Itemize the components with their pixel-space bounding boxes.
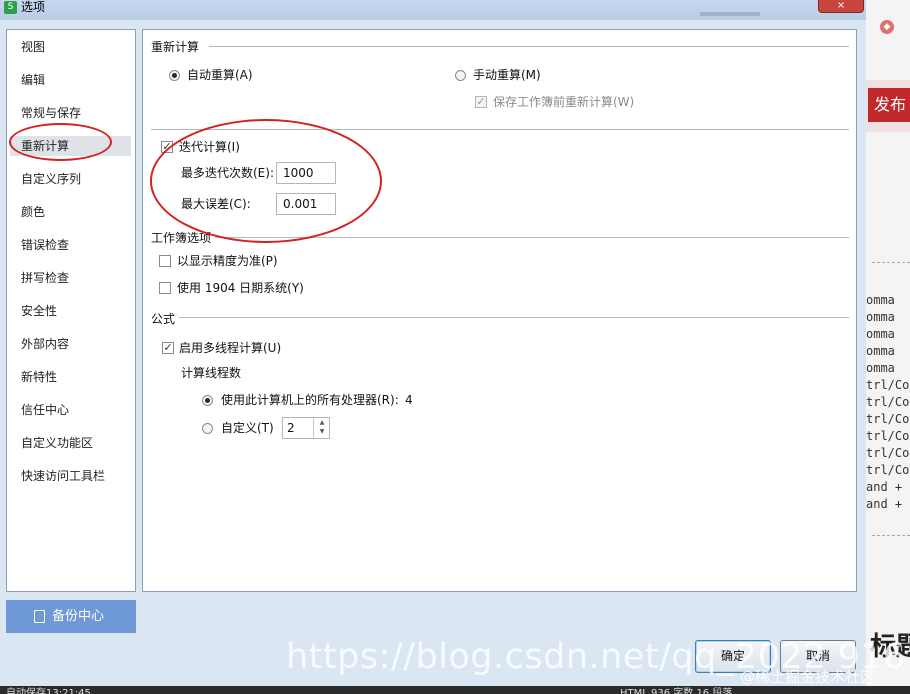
word-count-status: HTML 936 字数 16 段落: [620, 688, 733, 694]
section-divider: [179, 317, 849, 318]
publish-button[interactable]: 发布: [868, 88, 910, 122]
all-processors-radio[interactable]: [202, 395, 213, 406]
cancel-button[interactable]: 取消: [780, 640, 856, 673]
options-content: 重新计算 自动重算(A) 手动重算(M) ✓ 保存工作簿前重新计算(W) ✓ 迭…: [142, 29, 857, 592]
code-snippet: omma omma omma omma omma trl/Cor trl/Cor…: [866, 292, 910, 513]
auto-recalc-radio[interactable]: [169, 70, 180, 81]
max-iterations-input[interactable]: 1000: [276, 162, 336, 184]
date-1904-label: 使用 1904 日期系统(Y): [177, 281, 304, 295]
code-line: trl/Cor: [866, 395, 910, 409]
multithread-checkbox[interactable]: ✓: [162, 342, 174, 354]
max-iterations-label: 最多迭代次数(E):: [181, 166, 274, 180]
max-error-label: 最大误差(C):: [181, 197, 251, 211]
code-line: trl/Cor: [866, 463, 910, 477]
all-processors-label: 使用此计算机上的所有处理器(R):: [221, 393, 399, 407]
backup-center-button[interactable]: 备份中心: [6, 600, 136, 633]
code-line: omma: [866, 344, 895, 358]
sidebar-item-error-check[interactable]: 错误检查: [21, 235, 69, 255]
manual-recalc-radio[interactable]: [455, 70, 466, 81]
sidebar-item-general-save[interactable]: 常规与保存: [21, 103, 81, 123]
code-line: trl/Cor: [866, 378, 910, 392]
save-before-recalc-label: 保存工作簿前重新计算(W): [493, 95, 635, 109]
thread-spinner[interactable]: ▲ ▼: [313, 418, 330, 438]
sidebar-item-new-features[interactable]: 新特性: [21, 367, 57, 387]
ok-button[interactable]: 确定: [695, 640, 771, 673]
sidebar-item-external[interactable]: 外部内容: [21, 334, 69, 354]
sidebar-item-edit[interactable]: 编辑: [21, 70, 45, 90]
backup-icon: [34, 610, 45, 623]
code-line: omma: [866, 327, 895, 341]
date-1904-checkbox[interactable]: [159, 282, 171, 294]
title-bar: S 选项 ×: [0, 0, 866, 20]
sidebar-item-customize-ribbon[interactable]: 自定义功能区: [21, 433, 93, 453]
section-divider: [215, 237, 849, 238]
custom-threads-radio[interactable]: [202, 423, 213, 434]
background-editor: ◆ 发布 omma omma omma omma omma trl/Cor tr…: [866, 0, 910, 694]
custom-threads-input[interactable]: 2 ▲ ▼: [282, 417, 330, 439]
title-bar-blur: [700, 12, 760, 16]
divider: [872, 262, 910, 263]
dialog-title: 选项: [21, 0, 46, 14]
iteration-checkbox[interactable]: ✓: [161, 141, 173, 153]
article-heading: 标题: [870, 632, 910, 662]
section-workbook-title: 工作簿选项: [151, 231, 212, 245]
multithread-label: 启用多线程计算(U): [179, 341, 282, 355]
custom-threads-value: 2: [287, 421, 295, 435]
section-divider: [209, 46, 849, 47]
sidebar-item-view[interactable]: 视图: [21, 37, 45, 57]
divider: [872, 535, 910, 536]
sidebar-item-security[interactable]: 安全性: [21, 301, 57, 321]
options-sidebar: 视图 编辑 常规与保存 重新计算 自定义序列 颜色 错误检查 拼写检查 安全性 …: [6, 29, 136, 592]
app-icon: S: [4, 1, 17, 14]
section-formula-title: 公式: [151, 312, 176, 326]
max-error-input[interactable]: 0.001: [276, 193, 336, 215]
code-line: omma: [866, 361, 895, 375]
close-button[interactable]: ×: [818, 0, 864, 13]
spin-up-icon[interactable]: ▲: [314, 418, 330, 427]
section-recalc-title: 重新计算: [151, 40, 200, 54]
sidebar-item-color[interactable]: 颜色: [21, 202, 45, 222]
code-line: trl/Cor: [866, 429, 910, 443]
custom-threads-label: 自定义(T): [221, 421, 274, 435]
code-line: omma: [866, 293, 895, 307]
manual-recalc-label: 手动重算(M): [473, 68, 541, 82]
sidebar-item-trust-center[interactable]: 信任中心: [21, 400, 69, 420]
code-line: omma: [866, 310, 895, 324]
iteration-label: 迭代计算(I): [179, 140, 240, 154]
processor-count: 4: [405, 393, 413, 407]
thread-count-title: 计算线程数: [181, 366, 242, 380]
autosave-status: 自动保存13:21:45: [6, 688, 91, 694]
code-line: trl/Cor: [866, 446, 910, 460]
sidebar-item-custom-lists[interactable]: 自定义序列: [21, 169, 81, 189]
code-line: and +: [866, 480, 903, 494]
precision-as-displayed-label: 以显示精度为准(P): [177, 254, 278, 268]
auto-recalc-label: 自动重算(A): [187, 68, 253, 82]
options-dialog: S 选项 × 视图 编辑 常规与保存 重新计算 自定义序列 颜色 错误检查 拼写…: [0, 0, 866, 686]
save-before-recalc-checkbox[interactable]: ✓: [475, 96, 487, 108]
code-line: and +: [866, 497, 903, 511]
precision-as-displayed-checkbox[interactable]: [159, 255, 171, 267]
code-line: trl/Cor: [866, 412, 910, 426]
spin-down-icon[interactable]: ▼: [314, 427, 330, 436]
backup-center-label: 备份中心: [52, 609, 105, 624]
status-bar: 自动保存13:21:45 HTML 936 字数 16 段落: [0, 686, 910, 694]
sidebar-item-quick-access[interactable]: 快速访问工具栏: [21, 466, 105, 486]
sidebar-item-spell-check[interactable]: 拼写检查: [21, 268, 69, 288]
section-divider: [151, 129, 849, 130]
sidebar-item-recalc[interactable]: 重新计算: [10, 136, 131, 156]
shield-icon: ◆: [880, 20, 894, 34]
